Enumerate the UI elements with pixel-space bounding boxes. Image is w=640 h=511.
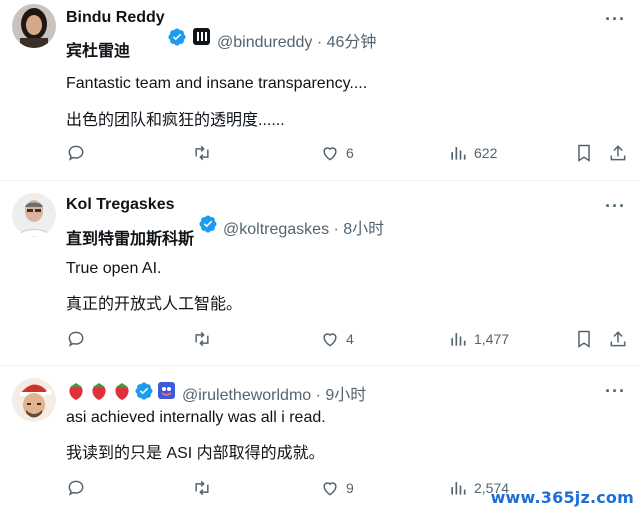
- display-name-translated: 宾杜雷迪: [66, 43, 131, 60]
- views-count: 1,477: [474, 331, 510, 347]
- handle-time[interactable]: @iruletheworldmo · 9小时: [182, 381, 366, 405]
- strawberry-icon: [69, 383, 83, 400]
- retweet-icon: [195, 480, 209, 496]
- display-name[interactable]: Bindu Reddy: [66, 9, 165, 27]
- tweet-text-translated: 我读到的只是 ASI 内部取得的成就。: [66, 445, 325, 462]
- retweet-button[interactable]: [192, 329, 218, 349]
- affiliate-badge-icon: [193, 28, 210, 45]
- bookmark-icon: [578, 330, 590, 348]
- action-bar: 4 1,477: [0, 329, 640, 355]
- views-button[interactable]: 1,477: [448, 329, 509, 349]
- display-name-translated: 直到特雷加斯科斯: [66, 231, 195, 248]
- tweet-text-original: asi achieved internally was all i read.: [66, 409, 326, 426]
- like-icon: [323, 147, 337, 161]
- like-count: 4: [346, 331, 354, 347]
- reply-button[interactable]: [66, 143, 92, 163]
- strawberry-icon: [115, 383, 129, 400]
- reply-icon: [68, 145, 84, 161]
- views-button[interactable]: 622: [448, 143, 497, 163]
- affiliate-badge-icon: [158, 382, 175, 399]
- bookmark-button[interactable]: [574, 143, 594, 163]
- reply-icon: [68, 331, 84, 347]
- avatar[interactable]: [12, 378, 56, 422]
- share-button[interactable]: [608, 143, 628, 163]
- retweet-button[interactable]: [192, 478, 218, 498]
- retweet-icon: [195, 331, 209, 347]
- verified-badge-icon: [135, 382, 153, 400]
- reply-button[interactable]: [66, 478, 92, 498]
- retweet-button[interactable]: [192, 143, 218, 163]
- views-icon: [451, 333, 466, 346]
- tweet-text-original: True open AI.: [66, 260, 162, 277]
- like-button[interactable]: 4: [320, 329, 354, 349]
- share-icon: [610, 145, 626, 161]
- share-button[interactable]: [608, 329, 628, 349]
- handle-time[interactable]: @bindureddy · 46分钟: [217, 28, 376, 52]
- bookmark-icon: [578, 144, 590, 162]
- more-icon[interactable]: ···: [605, 10, 626, 28]
- tweet-text-translated: 出色的团队和疯狂的透明度......: [66, 112, 285, 129]
- tweet-text-original: Fantastic team and insane transparency..…: [66, 75, 368, 92]
- reply-button[interactable]: [66, 329, 92, 349]
- tweet-card[interactable]: Kol Tregaskes ··· 直到特雷加斯科斯 @koltregaskes…: [0, 181, 640, 365]
- watermark: www.365jz.com: [490, 488, 634, 507]
- strawberry-icon: [92, 383, 106, 400]
- more-icon[interactable]: ···: [605, 382, 626, 400]
- strawberry-emoji-row: [66, 381, 132, 401]
- views-icon: [451, 147, 466, 160]
- like-icon: [323, 482, 337, 496]
- like-button[interactable]: 9: [320, 478, 354, 498]
- views-count: 622: [474, 145, 498, 161]
- tweet-card[interactable]: Bindu Reddy ··· 宾杜雷迪 @bindureddy · 46分钟 …: [0, 0, 640, 180]
- verified-badge-icon: [168, 28, 186, 46]
- like-count: 6: [346, 145, 354, 161]
- tweet-text-translated: 真正的开放式人工智能。: [66, 296, 243, 313]
- avatar[interactable]: [12, 193, 56, 237]
- views-icon: [451, 482, 466, 495]
- reply-icon: [68, 480, 84, 496]
- more-icon[interactable]: ···: [605, 197, 626, 215]
- avatar[interactable]: [12, 4, 56, 48]
- handle-time[interactable]: @koltregaskes · 8小时: [223, 215, 384, 239]
- like-icon: [323, 333, 337, 347]
- share-icon: [610, 331, 626, 347]
- verified-badge-icon: [199, 215, 217, 233]
- bookmark-button[interactable]: [574, 329, 594, 349]
- display-name[interactable]: Kol Tregaskes: [66, 196, 175, 214]
- like-button[interactable]: 6: [320, 143, 354, 163]
- retweet-icon: [195, 145, 209, 161]
- like-count: 9: [346, 480, 354, 496]
- action-bar: 6 622: [0, 143, 640, 169]
